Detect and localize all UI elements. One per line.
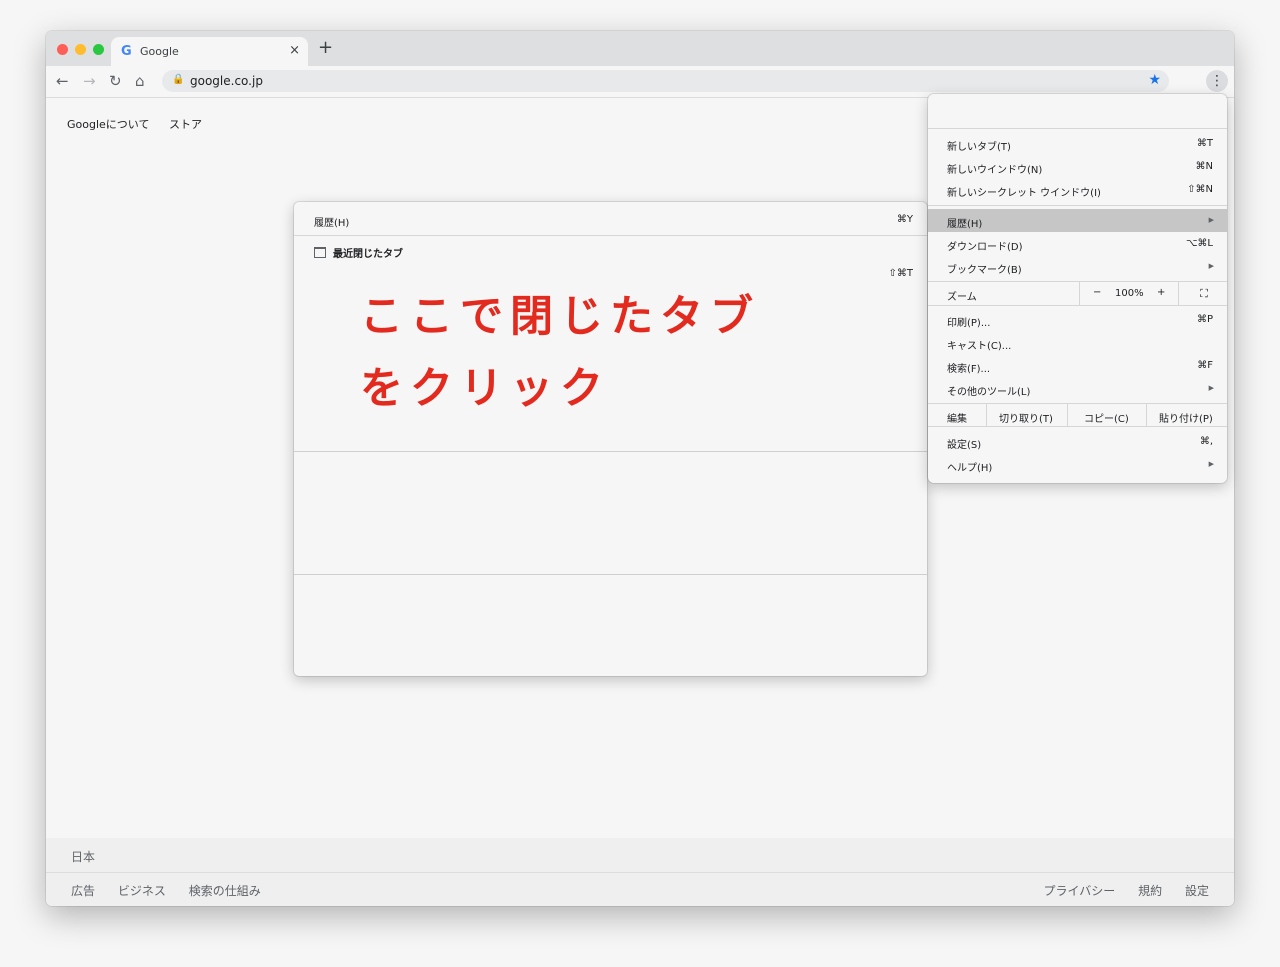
tab-strip: G Google × + <box>46 31 1234 66</box>
recently-closed-tab-item[interactable]: 最近閉じたタブ <box>314 245 403 260</box>
zoom-value: 100% <box>1115 288 1144 299</box>
chrome-menu: 新しいタブ(T) ⌘T 新しいウインドウ(N) ⌘N 新しいシークレット ウイン… <box>928 94 1227 483</box>
annotation-line-1: ここで閉じたタブ <box>360 292 760 342</box>
menu-divider <box>928 305 1227 306</box>
address-bar[interactable]: 🔒 google.co.jp ★ <box>162 70 1169 92</box>
window-icon <box>314 247 326 258</box>
submenu-arrow-icon: ▶ <box>1208 262 1214 270</box>
footer-country: 日本 <box>71 850 96 864</box>
history-shortcut: ⌘Y <box>896 214 913 225</box>
history-submenu: 履歴(H) ⌘Y 最近閉じたタブ ⇧⌘T ここで閉じたタブ をクリック <box>294 202 927 676</box>
tab-close-icon[interactable]: × <box>289 43 300 59</box>
tab-google[interactable]: G Google × <box>111 37 308 66</box>
reload-icon[interactable]: ↻ <box>109 72 122 90</box>
edit-row: 編集 切り取り(T) コピー(C) 貼り付け(P) <box>928 404 1227 426</box>
cut-button[interactable]: 切り取り(T) <box>999 410 1053 425</box>
submenu-arrow-icon: ▶ <box>1208 384 1214 392</box>
back-arrow-icon[interactable]: ← <box>56 72 69 90</box>
footer-divider <box>46 872 1234 873</box>
zoom-window-button[interactable] <box>93 44 104 55</box>
edit-label: 編集 <box>947 414 967 425</box>
menu-divider <box>928 128 1227 129</box>
menu-item-more-tools[interactable]: その他のツール(L) ▶ <box>928 377 1227 400</box>
menu-item-new-tab[interactable]: 新しいタブ(T) ⌘T <box>928 132 1227 155</box>
home-icon[interactable]: ⌂ <box>135 72 145 90</box>
footer: 日本 広告 ビジネス 検索の仕組み プライバシー 規約 設定 <box>46 838 1234 906</box>
top-nav: Googleについて ストア <box>67 116 218 132</box>
menu-item-new-window[interactable]: 新しいウインドウ(N) ⌘N <box>928 155 1227 178</box>
edit-divider <box>1067 404 1068 426</box>
annotation-line-2: をクリック <box>360 364 610 414</box>
menu-item-find[interactable]: 検索(F)... ⌘F <box>928 354 1227 377</box>
url-text: google.co.jp <box>190 74 263 88</box>
submenu-arrow-icon: ▶ <box>1208 460 1214 468</box>
paste-button[interactable]: 貼り付け(P) <box>1159 410 1213 425</box>
footer-left-links: 広告 ビジネス 検索の仕組み <box>71 882 280 899</box>
recently-closed-label: 最近閉じたタブ <box>333 249 403 260</box>
forward-arrow-icon[interactable]: → <box>83 72 96 90</box>
privacy-link[interactable]: プライバシー <box>1044 884 1116 898</box>
submenu-divider <box>294 574 927 575</box>
menu-item-settings[interactable]: 設定(S) ⌘, <box>928 430 1227 453</box>
menu-item-cast[interactable]: キャスト(C)... <box>928 331 1227 354</box>
about-google-link[interactable]: Googleについて <box>67 118 149 131</box>
edit-divider <box>986 404 987 426</box>
terms-link[interactable]: 規約 <box>1138 884 1162 898</box>
tab-title: Google <box>140 45 179 58</box>
submenu-divider <box>294 451 927 452</box>
menu-kebab-icon[interactable]: ⋮ <box>1206 70 1228 92</box>
menu-divider <box>928 205 1227 206</box>
how-search-works-link[interactable]: 検索の仕組み <box>189 884 261 898</box>
zoom-label: ズーム <box>947 292 977 303</box>
ads-link[interactable]: 広告 <box>71 884 95 898</box>
reopen-shortcut: ⇧⌘T <box>888 268 914 279</box>
fullscreen-icon[interactable]: ⛶ <box>1178 282 1229 305</box>
submenu-arrow-icon: ▶ <box>1208 216 1214 224</box>
google-favicon-icon: G <box>121 44 132 59</box>
menu-item-incognito[interactable]: 新しいシークレット ウインドウ(I) ⇧⌘N <box>928 178 1227 201</box>
lock-icon[interactable]: 🔒 <box>172 74 184 85</box>
business-link[interactable]: ビジネス <box>118 884 166 898</box>
zoom-row: ズーム − 100% + ⛶ <box>928 282 1227 305</box>
bookmark-star-icon[interactable]: ★ <box>1148 72 1161 88</box>
menu-item-bookmarks[interactable]: ブックマーク(B) ▶ <box>928 255 1227 278</box>
zoom-controls: − 100% + ⛶ <box>1079 282 1229 305</box>
zoom-out-button[interactable]: − <box>1093 287 1101 298</box>
menu-item-help[interactable]: ヘルプ(H) ▶ <box>928 453 1227 476</box>
store-link[interactable]: ストア <box>169 118 202 131</box>
history-title: 履歴(H) <box>314 218 350 229</box>
zoom-in-button[interactable]: + <box>1157 287 1165 298</box>
edit-divider <box>1146 404 1147 426</box>
menu-divider <box>928 426 1227 427</box>
close-window-button[interactable] <box>57 44 68 55</box>
menu-item-downloads[interactable]: ダウンロード(D) ⌥⌘L <box>928 232 1227 255</box>
history-header[interactable]: 履歴(H) ⌘Y <box>294 202 927 236</box>
menu-item-print[interactable]: 印刷(P)... ⌘P <box>928 308 1227 331</box>
minimize-window-button[interactable] <box>75 44 86 55</box>
footer-right-links: プライバシー 規約 設定 <box>1025 882 1209 899</box>
new-tab-icon[interactable]: + <box>318 39 333 57</box>
menu-item-history[interactable]: 履歴(H) ▶ <box>928 209 1227 232</box>
settings-link[interactable]: 設定 <box>1185 884 1209 898</box>
copy-button[interactable]: コピー(C) <box>1084 410 1129 425</box>
